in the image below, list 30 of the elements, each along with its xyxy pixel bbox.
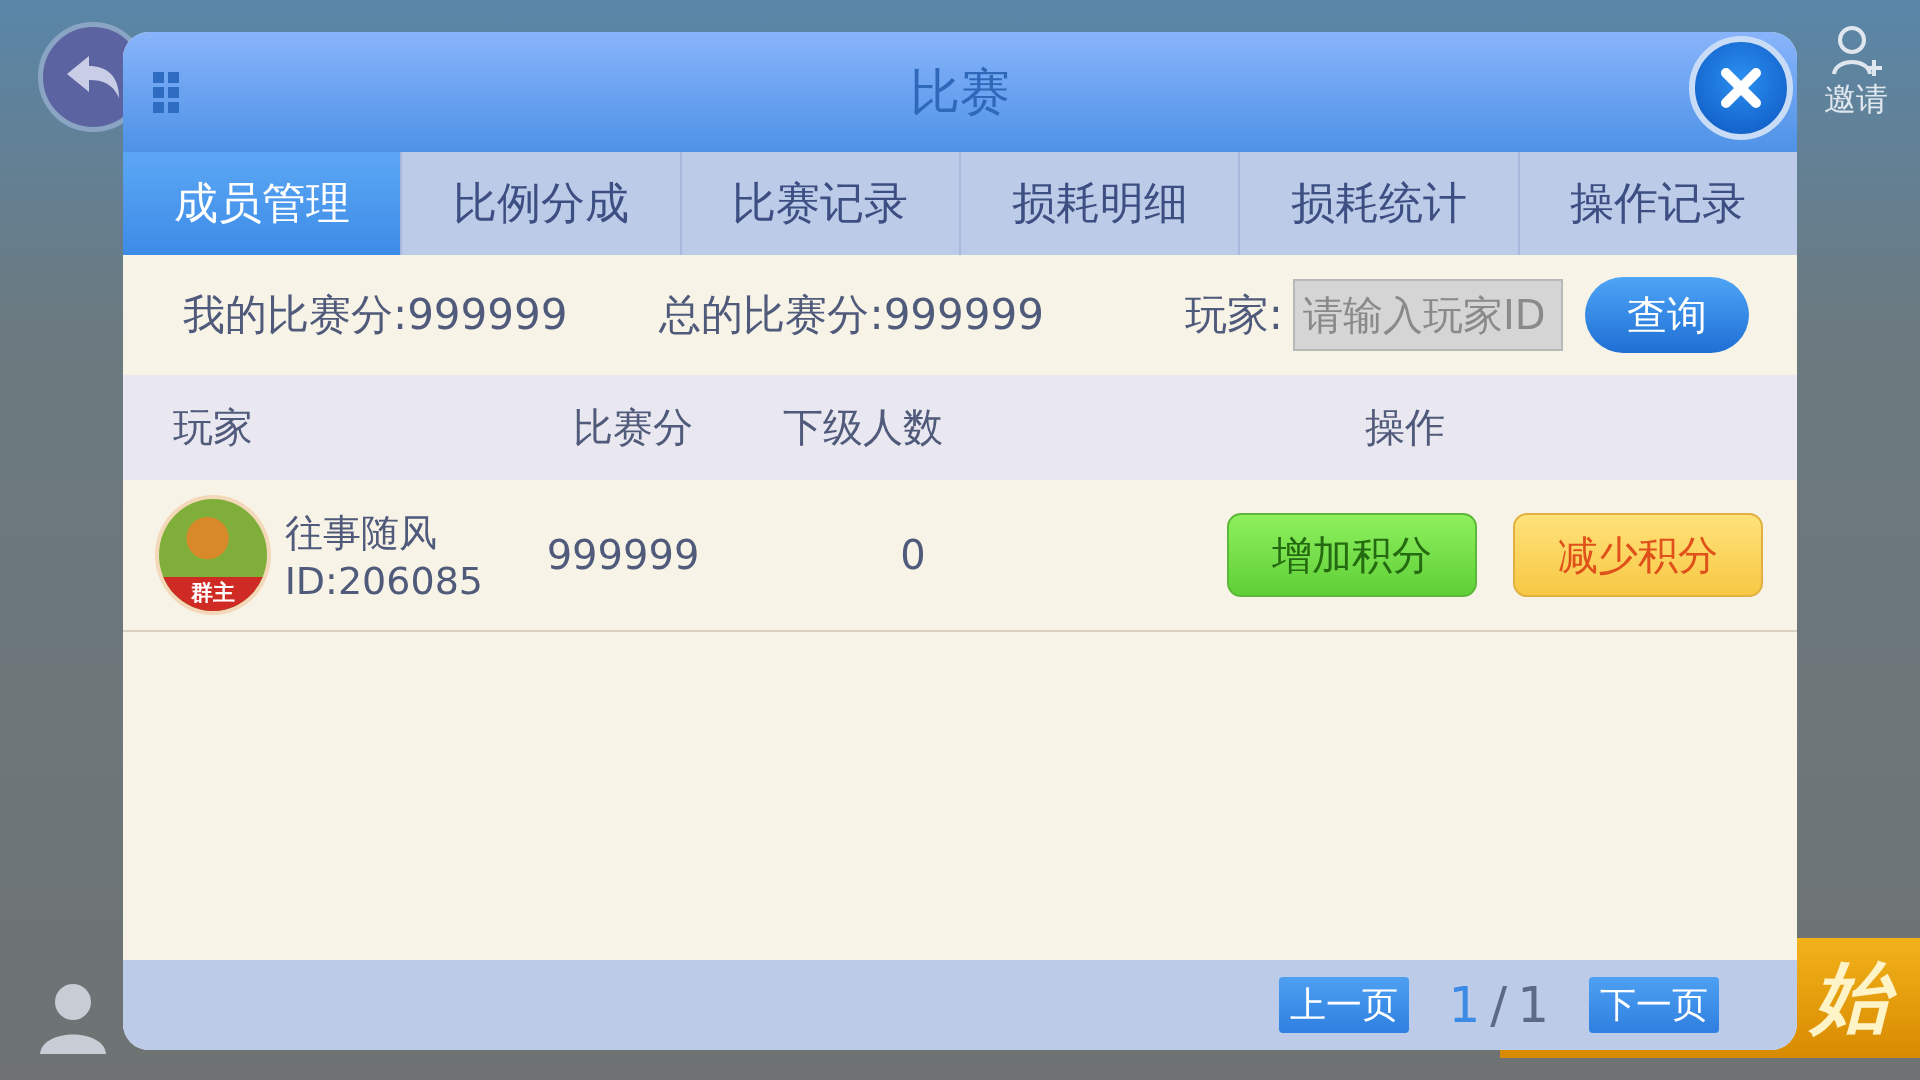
dialog-title: 比赛 — [910, 61, 1010, 123]
my-score-text: 我的比赛分:999999 — [183, 289, 568, 341]
tab[interactable]: 成员管理 — [123, 152, 401, 255]
add-points-button[interactable]: 增加积分 — [1227, 513, 1477, 597]
page-separator: / — [1490, 976, 1508, 1034]
query-button[interactable]: 查询 — [1585, 277, 1749, 353]
column-header: 操作 — [1365, 403, 1445, 452]
tab[interactable]: 比赛记录 — [679, 152, 959, 255]
player-name: 往事随风 — [284, 509, 438, 557]
player-id-field[interactable]: 请输入玩家ID — [1293, 279, 1563, 351]
column-header: 下级人数 — [783, 403, 943, 452]
player-id: ID:206085 — [284, 558, 483, 603]
close-icon — [1718, 65, 1764, 111]
player-label: 玩家: — [1184, 289, 1283, 341]
next-page-button[interactable]: 下一页 — [1589, 977, 1719, 1033]
total-pages: 1 — [1517, 976, 1549, 1034]
current-page: 1 — [1448, 976, 1481, 1034]
column-header: 玩家 — [173, 403, 253, 452]
tab[interactable]: 损耗明细 — [959, 152, 1239, 255]
tab[interactable]: 操作记录 — [1517, 152, 1797, 255]
table-cell: 0 — [900, 532, 926, 578]
total-score-text: 总的比赛分:999999 — [659, 289, 1044, 341]
prev-page-button[interactable]: 上一页 — [1278, 977, 1409, 1033]
table-cell: 999999 — [546, 532, 700, 578]
invite-button[interactable]: 邀请 — [1806, 22, 1906, 122]
grid-icon — [153, 72, 179, 114]
tab[interactable]: 比例分成 — [400, 152, 680, 255]
tab[interactable]: 损耗统计 — [1238, 152, 1518, 255]
reduce-points-button[interactable]: 减少积分 — [1513, 513, 1763, 597]
column-header: 比赛分 — [573, 403, 693, 452]
